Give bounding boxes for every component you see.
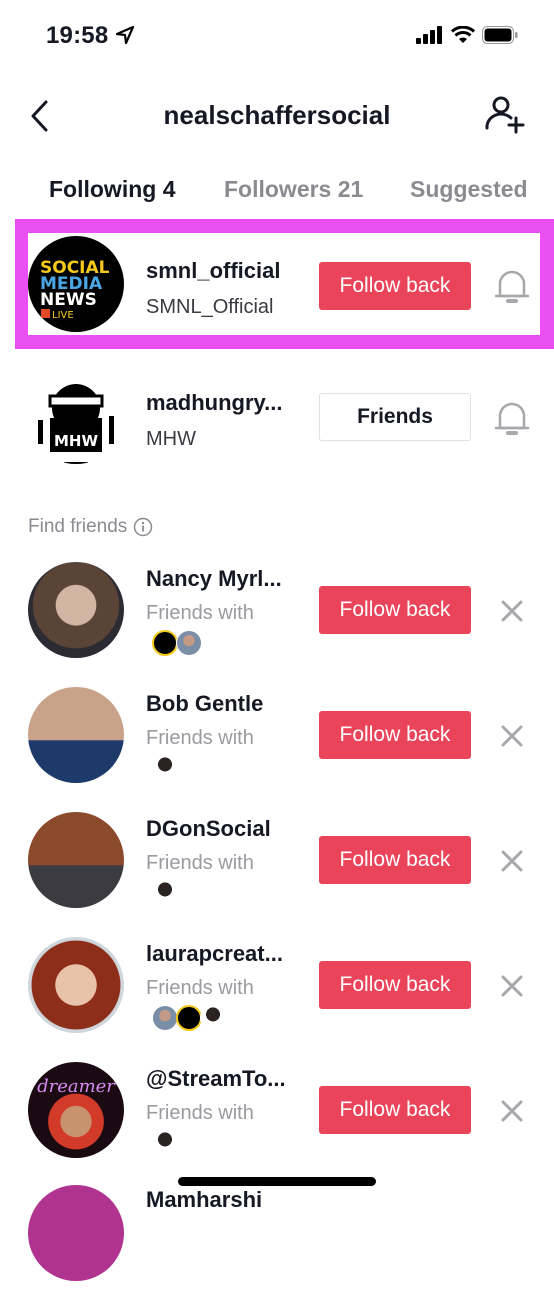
mutual-avatar (176, 1005, 202, 1031)
mhw-logo-icon: MHW (38, 384, 114, 464)
avatar-dgon[interactable] (28, 812, 124, 908)
home-indicator[interactable] (178, 1177, 376, 1186)
username[interactable]: smnl_official (146, 258, 280, 284)
cellular-signal-icon (416, 26, 442, 44)
dismiss-icon[interactable] (500, 1099, 524, 1123)
mutual-friends (152, 1130, 178, 1156)
following-row[interactable]: SOCIAL MEDIA NEWS LIVE smnl_official SMN… (0, 232, 554, 342)
dreamer-neon-text: dreamer (37, 1076, 116, 1097)
status-bar: 19:58 (0, 0, 554, 70)
suggestion-row[interactable]: laurapcreat... Friends with Follow back (0, 935, 554, 1045)
follow-back-button[interactable]: Follow back (319, 711, 471, 759)
follow-back-button[interactable]: Follow back (319, 262, 471, 310)
add-user-icon[interactable] (484, 94, 528, 138)
tab-following[interactable]: Following 4 (49, 176, 176, 203)
location-arrow-icon (115, 25, 135, 45)
following-row[interactable]: MHW madhungry... MHW Friends (0, 360, 554, 470)
friends-with-label: Friends with (146, 852, 254, 874)
avatar-smnl[interactable]: SOCIAL MEDIA NEWS LIVE (28, 236, 124, 332)
suggestion-row[interactable]: Bob Gentle Friends with Follow back (0, 685, 554, 795)
find-friends-text: Find friends (28, 516, 128, 537)
username[interactable]: @StreamTo... (146, 1066, 286, 1092)
avatar-streamto[interactable]: dreamer (28, 1062, 124, 1158)
friends-with-label: Friends with (146, 602, 254, 624)
mutual-avatar (152, 1005, 178, 1031)
wifi-icon (451, 26, 475, 43)
mutual-friends (152, 1005, 226, 1031)
mutual-avatar (152, 1130, 178, 1156)
suggestion-row[interactable]: Nancy Myrl... Friends with Follow back (0, 560, 554, 670)
username[interactable]: Mamharshi (146, 1187, 262, 1213)
avatar-laura[interactable] (28, 937, 124, 1033)
mutual-avatar (152, 880, 178, 906)
svg-text:LIVE: LIVE (52, 310, 74, 321)
username[interactable]: Nancy Myrl... (146, 566, 282, 592)
dismiss-icon[interactable] (500, 849, 524, 873)
follow-back-button[interactable]: Follow back (319, 836, 471, 884)
mutual-avatar (152, 755, 178, 781)
username[interactable]: laurapcreat... (146, 941, 283, 967)
follow-back-button[interactable]: Follow back (319, 586, 471, 634)
mutual-avatar (152, 630, 178, 656)
tab-suggested[interactable]: Suggested (410, 176, 528, 203)
mutual-friends (152, 630, 202, 656)
svg-text:dreamer: dreamer (37, 1076, 116, 1097)
username[interactable]: DGonSocial (146, 816, 271, 842)
tab-followers[interactable]: Followers 21 (224, 176, 363, 203)
dismiss-icon[interactable] (500, 724, 524, 748)
mutual-avatar (200, 1005, 226, 1031)
mutual-avatar (176, 630, 202, 656)
display-name: MHW (146, 428, 196, 450)
suggestion-row[interactable]: dreamer @StreamTo... Friends with Follow… (0, 1060, 554, 1170)
avatar-mamharshi[interactable] (28, 1185, 124, 1281)
bell-icon[interactable] (494, 266, 530, 306)
suggestion-row[interactable]: DGonSocial Friends with Follow back (0, 810, 554, 920)
avatar-nancy[interactable] (28, 562, 124, 658)
info-icon[interactable] (133, 517, 153, 537)
mutual-friends (152, 880, 178, 906)
friends-with-label: Friends with (146, 977, 254, 999)
suggestion-row[interactable]: Mamharshi (0, 1185, 554, 1295)
bell-icon[interactable] (494, 398, 530, 438)
page-title: nealschaffersocial (163, 100, 391, 130)
username[interactable]: Bob Gentle (146, 691, 263, 717)
svg-text:MHW: MHW (54, 432, 98, 450)
follow-back-button[interactable]: Follow back (319, 961, 471, 1009)
find-friends-label: Find friends (28, 516, 153, 538)
display-name: SMNL_Official (146, 296, 274, 318)
friends-button[interactable]: Friends (319, 393, 471, 441)
status-time: 19:58 (46, 22, 109, 49)
avatar-mhw[interactable]: MHW (28, 368, 124, 464)
username[interactable]: madhungry... (146, 390, 283, 416)
nav-header: nealschaffersocial (0, 80, 554, 150)
tab-bar: Following 4 Followers 21 Suggested (0, 170, 554, 214)
dismiss-icon[interactable] (500, 974, 524, 998)
dismiss-icon[interactable] (500, 599, 524, 623)
battery-icon (482, 26, 518, 44)
svg-text:NEWS: NEWS (40, 290, 97, 310)
friends-with-label: Friends with (146, 727, 254, 749)
follow-back-button[interactable]: Follow back (319, 1086, 471, 1134)
smnl-logo-icon: SOCIAL MEDIA NEWS LIVE (40, 258, 110, 321)
friends-with-label: Friends with (146, 1102, 254, 1124)
mutual-friends (152, 755, 178, 781)
avatar-bob[interactable] (28, 687, 124, 783)
